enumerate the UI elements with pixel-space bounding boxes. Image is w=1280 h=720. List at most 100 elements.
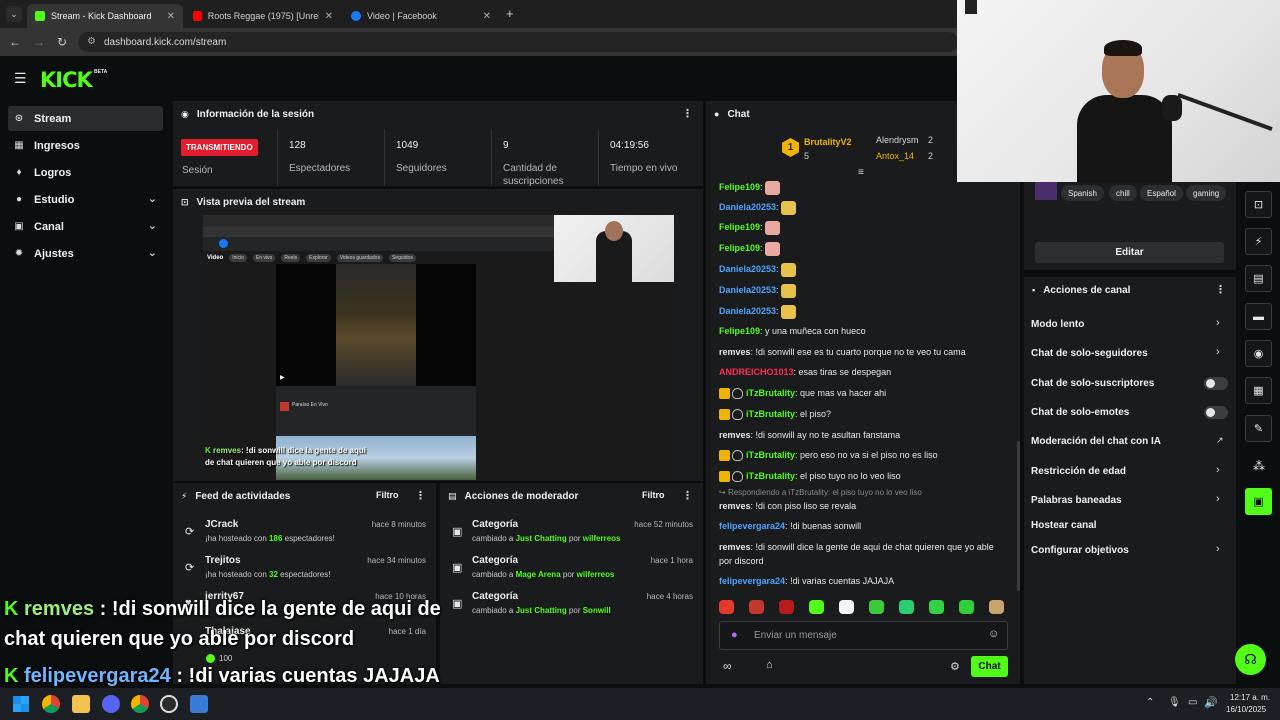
chat-username[interactable]: iTzBrutality	[746, 409, 795, 419]
support-icon[interactable]: ☊	[1235, 644, 1266, 675]
mic-icon[interactable]: ●	[731, 629, 738, 641]
chat-username[interactable]: remves	[719, 347, 751, 357]
url-field[interactable]: ⚙ dashboard.kick.com/stream	[78, 32, 958, 52]
expand-icon[interactable]: ≡	[858, 167, 864, 178]
bolt-icon[interactable]: ⚡	[1245, 228, 1272, 255]
chevron-right-icon[interactable]: ›	[1216, 464, 1220, 476]
tab-kick-dashboard[interactable]: Stream - Kick Dashboard ✕	[27, 4, 183, 28]
chat-icon[interactable]: ▬	[1245, 303, 1272, 330]
document-icon[interactable]: ▤	[1245, 265, 1272, 292]
sidebar-item-ingresos[interactable]: ▦ Ingresos	[8, 133, 163, 158]
tab-roots-reggae[interactable]: Roots Reggae (1975) [Unreleas ✕	[185, 4, 341, 28]
emote-picker-icon[interactable]	[989, 600, 1004, 614]
chat-username[interactable]: remves	[719, 430, 751, 440]
emote-picker-icon[interactable]	[839, 600, 854, 614]
toggle-solo-suscriptores[interactable]	[1204, 377, 1228, 390]
chat-username[interactable]: remves	[719, 501, 751, 511]
mod-user[interactable]: Sonwill	[583, 606, 611, 615]
action-moderacion-ia[interactable]: Moderación del chat con IA	[1031, 436, 1161, 447]
more-options-icon[interactable]: ⋮	[1215, 283, 1226, 296]
windows-start-icon[interactable]	[13, 696, 29, 712]
action-solo-seguidores[interactable]: Chat de solo-seguidores	[1031, 348, 1148, 359]
more-options-icon[interactable]: ⋮	[682, 489, 693, 502]
more-options-icon[interactable]: ⋮	[682, 107, 693, 120]
new-tab-button[interactable]: +	[506, 6, 514, 21]
emote-picker-icon[interactable]	[719, 600, 734, 614]
action-restriccion-edad[interactable]: Restricción de edad	[1031, 466, 1126, 477]
chevron-right-icon[interactable]: ›	[1216, 493, 1220, 505]
chevron-down-icon[interactable]: ⌄	[148, 192, 157, 205]
chat-username[interactable]: iTzBrutality	[746, 471, 795, 481]
wrench-icon[interactable]: ✎	[1245, 415, 1272, 442]
store-icon[interactable]: ⌂	[766, 659, 773, 671]
leader-name[interactable]: Alendrysm	[876, 135, 919, 145]
sidebar-item-canal[interactable]: ▣ Canal ⌄	[8, 214, 163, 239]
action-hostear-canal[interactable]: Hostear canal	[1031, 520, 1097, 531]
forward-arrow-icon[interactable]: →	[33, 35, 45, 49]
clock-time[interactable]: 12:17 a. m.	[1230, 693, 1270, 702]
apps-icon[interactable]: ⁂	[1253, 459, 1265, 473]
chat-username[interactable]: ANDREICHO1013	[719, 367, 794, 377]
chat-username[interactable]: Daniela20253	[719, 306, 776, 316]
clock-date[interactable]: 16/10/2025	[1226, 705, 1266, 714]
chrome-icon[interactable]	[42, 695, 60, 713]
gear-icon[interactable]: ⚙	[950, 660, 960, 673]
chat-username[interactable]: remves	[719, 542, 751, 552]
mod-category[interactable]: Mage Arena	[516, 570, 561, 579]
discord-icon[interactable]	[102, 695, 120, 713]
chat-username[interactable]: iTzBrutality	[746, 450, 795, 460]
mic-tray-icon[interactable]: 🎙	[1168, 697, 1181, 708]
action-solo-suscriptores[interactable]: Chat de solo-suscriptores	[1031, 378, 1154, 389]
broadcast-icon[interactable]: ◉	[1245, 340, 1272, 367]
chat-send-button[interactable]: Chat	[971, 656, 1008, 677]
close-tab-icon[interactable]: ✕	[167, 11, 175, 22]
chevron-right-icon[interactable]: ›	[1216, 317, 1220, 329]
chrome-profile-icon[interactable]	[131, 695, 149, 713]
chevron-up-icon[interactable]: ⌃	[1146, 697, 1154, 708]
emote-picker-icon[interactable]	[779, 600, 794, 614]
chat-username[interactable]: Daniela20253	[719, 264, 776, 274]
emote-picker-icon[interactable]	[959, 600, 974, 614]
mod-category[interactable]: Just Chatting	[516, 606, 567, 615]
sidebar-item-ajustes[interactable]: ✹ Ajustes ⌄	[8, 241, 163, 266]
stream-preview-video[interactable]: Video Inicio En vivo Reels Explorar Vide…	[203, 215, 674, 480]
action-palabras-baneadas[interactable]: Palabras baneadas	[1031, 495, 1122, 506]
external-link-icon[interactable]: ↗	[1216, 435, 1224, 446]
chevron-right-icon[interactable]: ›	[1216, 543, 1220, 555]
emoji-icon[interactable]: ☺	[988, 628, 999, 640]
obs-icon[interactable]	[160, 695, 178, 713]
sidebar-item-estudio[interactable]: ● Estudio ⌄	[8, 187, 163, 212]
back-arrow-icon[interactable]: ←	[9, 35, 21, 49]
folder-icon[interactable]	[72, 695, 90, 713]
chat-username[interactable]: Felipe109	[719, 182, 760, 192]
tag-spanish[interactable]: Spanish	[1061, 185, 1104, 201]
chat-username[interactable]: Felipe109	[719, 222, 760, 232]
sidebar-item-stream[interactable]: ⊙ Stream	[8, 106, 163, 131]
toggle-solo-emotes[interactable]	[1204, 406, 1228, 419]
mod-category[interactable]: Just Chatting	[516, 534, 567, 543]
screen-icon[interactable]: ⊡	[1245, 191, 1272, 218]
menu-icon[interactable]: ☰	[14, 70, 27, 87]
feed-user[interactable]: Trejitos	[205, 555, 241, 566]
tag-chill[interactable]: chill	[1109, 185, 1137, 201]
volume-icon[interactable]: 🔊	[1204, 696, 1218, 709]
emote-picker-icon[interactable]	[869, 600, 884, 614]
chat-username[interactable]: Felipe109	[719, 243, 760, 253]
feed-user[interactable]: JCrack	[205, 519, 238, 530]
tag-gaming[interactable]: gaming	[1186, 185, 1227, 201]
emote-picker-icon[interactable]	[749, 600, 764, 614]
action-solo-emotes[interactable]: Chat de solo-emotes	[1031, 407, 1129, 418]
tag-espanol[interactable]: Español	[1140, 185, 1183, 201]
close-tab-icon[interactable]: ✕	[325, 11, 333, 22]
emote-picker-icon[interactable]	[809, 600, 824, 614]
chat-username[interactable]: iTzBrutality	[746, 388, 795, 398]
filter-button[interactable]: Filtro	[376, 490, 399, 500]
edit-button[interactable]: Editar	[1035, 242, 1224, 263]
filter-button[interactable]: Filtro	[642, 490, 665, 500]
more-options-icon[interactable]: ⋮	[415, 489, 426, 502]
app-icon[interactable]	[190, 695, 208, 713]
mod-user[interactable]: wilferreos	[583, 534, 621, 543]
infinity-icon[interactable]: ∞	[723, 659, 732, 673]
emote-picker-icon[interactable]	[929, 600, 944, 614]
close-tab-icon[interactable]: ✕	[483, 11, 491, 22]
